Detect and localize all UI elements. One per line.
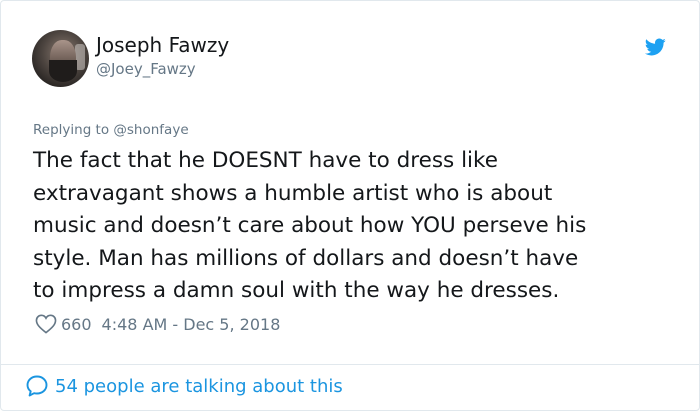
like-count[interactable]: 660 — [61, 315, 92, 334]
tweet-card: Joseph Fawzy @Joey_Fawzy Replying to @sh… — [0, 0, 700, 411]
conversation-link[interactable]: 54 people are talking about this — [25, 374, 343, 398]
tweet-text-line: extravagant shows a humble artist who is… — [33, 180, 553, 206]
replying-to-label[interactable]: Replying to @shonfaye — [33, 122, 189, 138]
avatar-beard — [49, 60, 77, 82]
heart-icon[interactable] — [35, 314, 57, 334]
conversation-link-label: 54 people are talking about this — [55, 375, 343, 397]
tweet-text-line: style. Man has millions of dollars and d… — [33, 245, 579, 271]
timestamp[interactable]: 4:48 AM - Dec 5, 2018 — [102, 315, 281, 334]
twitter-bird-icon[interactable] — [642, 36, 668, 58]
tweet-text-line: The fact that he DOESNT have to dress li… — [33, 148, 498, 173]
tweet-meta: 660 4:48 AM - Dec 5, 2018 — [35, 313, 280, 335]
tweet-text: The fact that he DOESNT have to dress li… — [33, 145, 688, 308]
tweet-text-line: to impress a damn soul with the way he d… — [33, 278, 560, 303]
tweet-text-line: music and doesn’t care about how YOU per… — [33, 213, 587, 238]
divider — [1, 364, 699, 365]
avatar[interactable] — [32, 30, 89, 87]
author-handle[interactable]: @Joey_Fawzy — [96, 60, 196, 78]
speech-bubble-icon — [26, 375, 48, 397]
author-display-name[interactable]: Joseph Fawzy — [96, 33, 229, 57]
